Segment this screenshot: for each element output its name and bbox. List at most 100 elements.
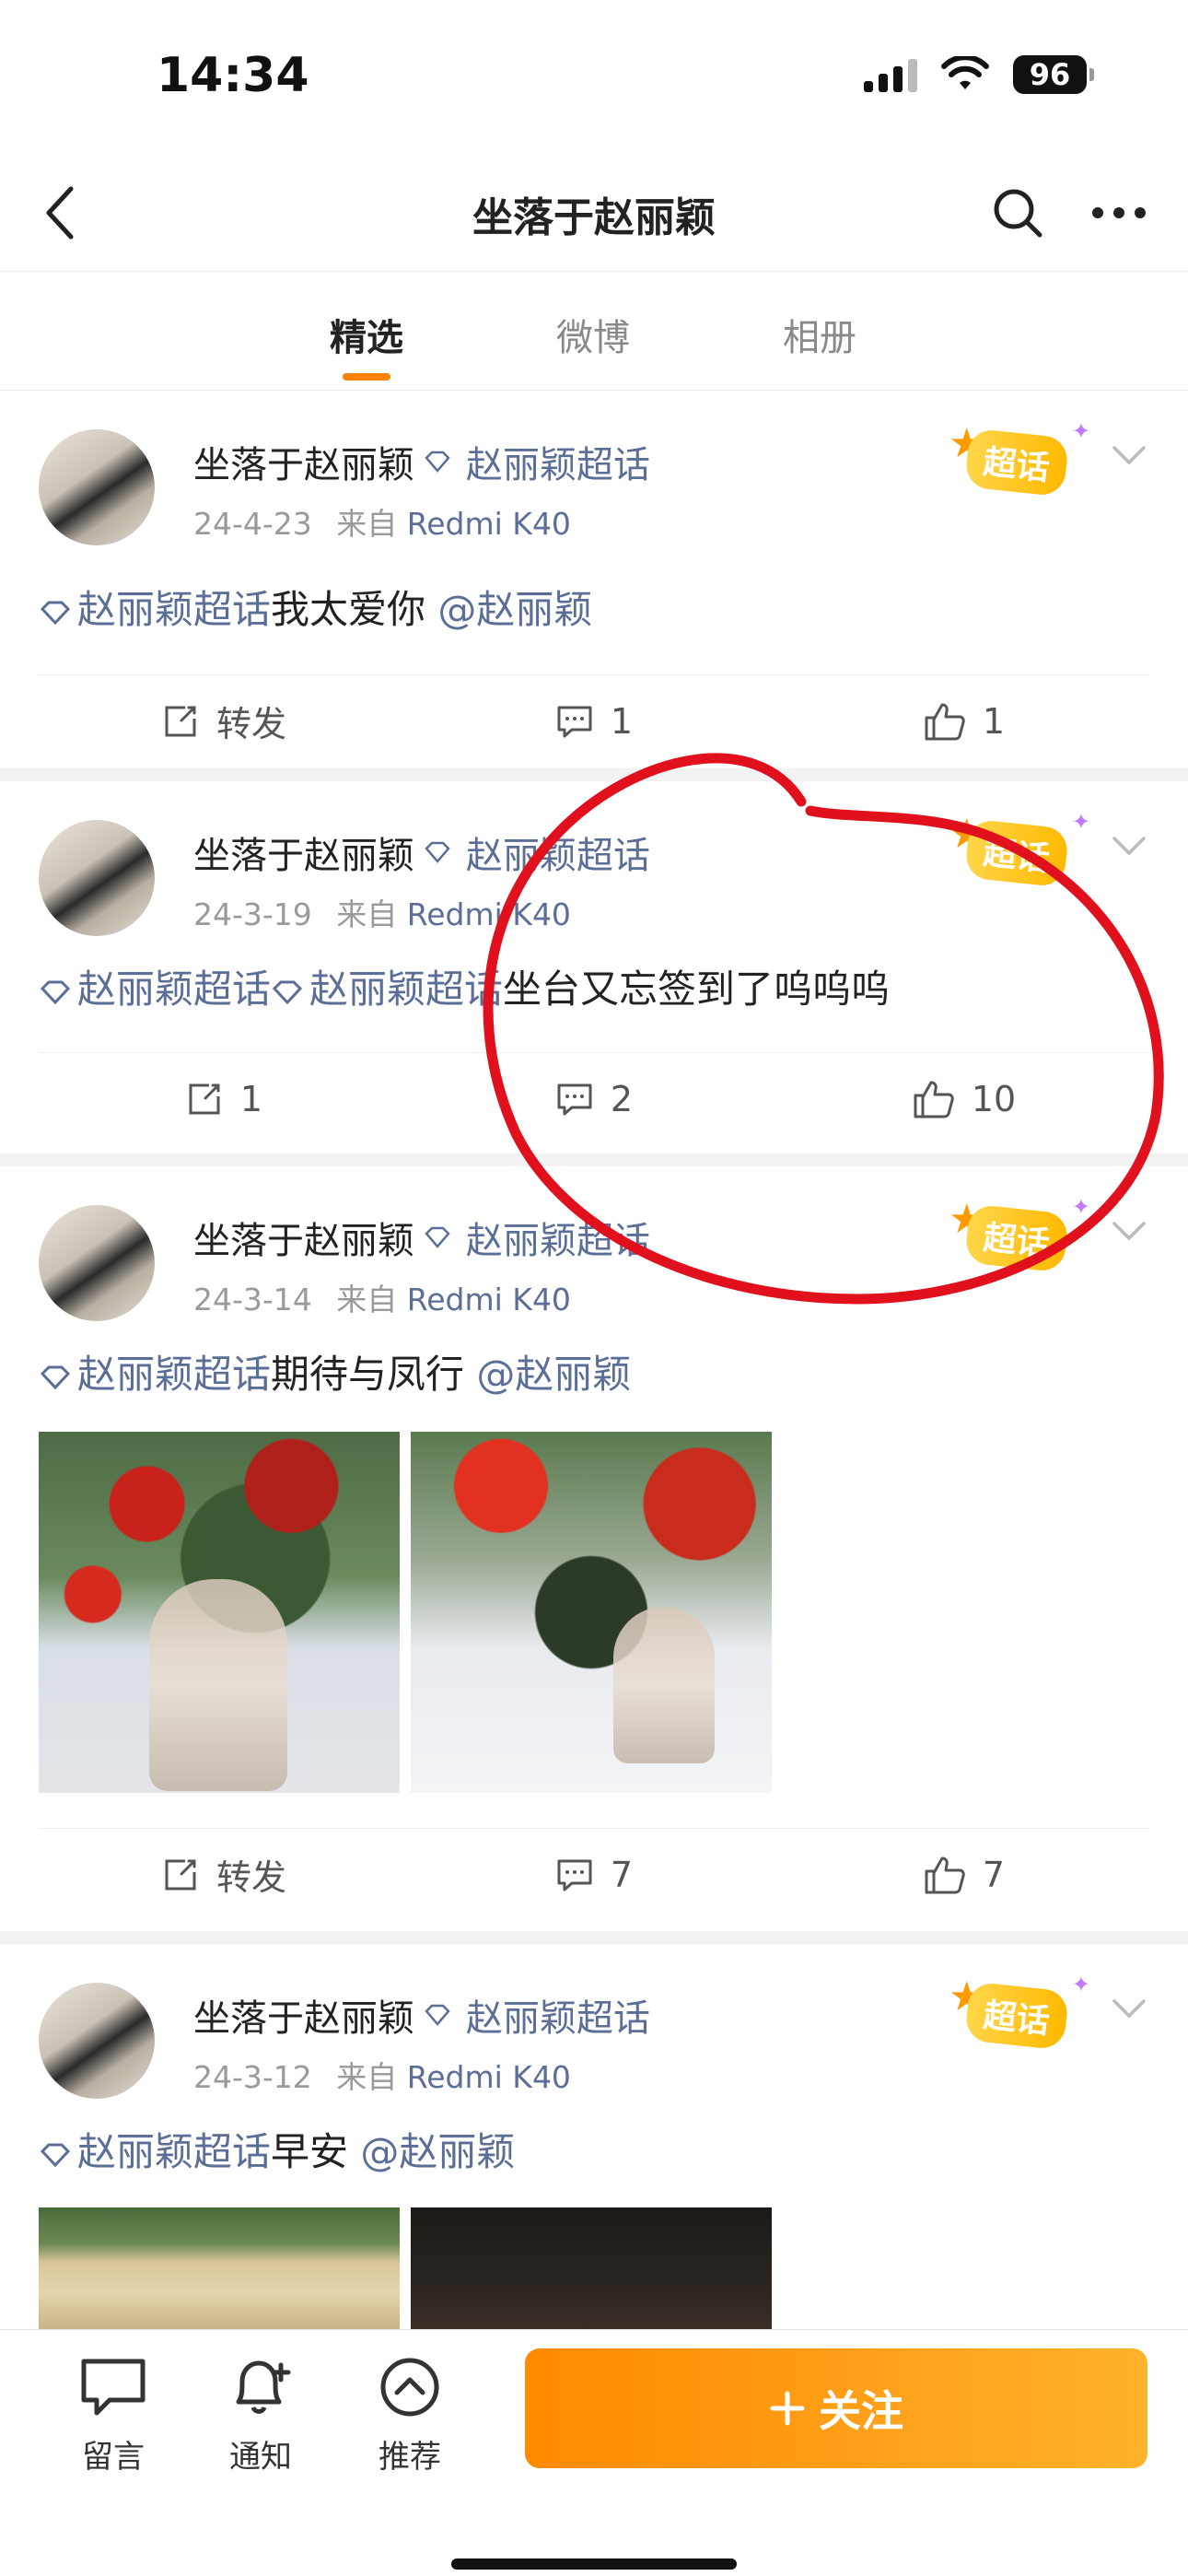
repost-label: 转发	[215, 1857, 286, 1898]
author-topic-tag[interactable]: 赵丽颖超话	[466, 1211, 650, 1264]
tab-album[interactable]: 相册	[746, 308, 893, 361]
comment-icon	[557, 1859, 592, 1891]
post-topic-link[interactable]: 赵丽颖超话	[77, 966, 271, 1012]
supertopic-badge-label: 超话	[963, 427, 1070, 498]
post-mention[interactable]: @赵丽颖	[437, 587, 592, 632]
source-prefix: 来自	[336, 2059, 398, 2095]
post-card[interactable]: 坐落于赵丽颖 赵丽颖超话 24-4-23 来自 Redmi K40 ★ 超话 ✦…	[0, 391, 1188, 768]
comment-count: 7	[610, 1854, 634, 1895]
like-count: 10	[971, 1078, 1017, 1119]
more-button[interactable]	[1082, 181, 1156, 245]
post-topic-link[interactable]: 赵丽颖超话	[77, 2129, 271, 2174]
author-name[interactable]: 坐落于赵丽颖	[193, 1211, 414, 1264]
divider	[0, 1153, 1188, 1166]
avatar[interactable]	[39, 429, 155, 545]
comment-icon	[557, 706, 592, 737]
like-button[interactable]: 10	[779, 1053, 1149, 1144]
author-topic-tag[interactable]: 赵丽颖超话	[466, 825, 650, 879]
repost-button[interactable]: 转发	[39, 675, 409, 767]
diamond-icon	[425, 1226, 450, 1248]
like-button[interactable]: 1	[779, 675, 1149, 767]
repost-icon	[165, 706, 196, 736]
author-name[interactable]: 坐落于赵丽颖	[193, 435, 414, 488]
author-topic-tag[interactable]: 赵丽颖超话	[466, 1988, 650, 2042]
thumbs-up-icon	[914, 1081, 954, 1118]
tab-featured[interactable]: 精选	[293, 308, 440, 361]
diamond-icon	[425, 841, 450, 863]
wifi-icon	[941, 56, 989, 89]
notify-button[interactable]: 通知	[210, 2356, 311, 2476]
divider	[0, 1931, 1188, 1944]
like-count: 7	[982, 1854, 1006, 1895]
diamond-icon	[40, 1365, 71, 1389]
diamond-icon	[40, 980, 71, 1004]
post-text: 赵丽颖超话 赵丽颖超话坐台又忘签到了呜呜呜	[39, 958, 890, 1014]
recommend-button[interactable]: 推荐	[359, 2356, 460, 2476]
post-image[interactable]	[39, 2207, 400, 2329]
post-mention[interactable]: @赵丽颖	[476, 1352, 631, 1397]
battery-icon: 96	[1013, 55, 1094, 94]
post-card[interactable]: 坐落于赵丽颖 赵丽颖超话 24-3-14 来自 Redmi K40 ★ 超话 ✦…	[0, 1166, 1188, 1931]
status-time: 14:34	[157, 48, 309, 103]
post-actions: 转发 7 7	[39, 1828, 1149, 1920]
bell-plus-icon	[236, 2360, 291, 2414]
avatar[interactable]	[39, 820, 155, 936]
tab-weibo[interactable]: 微博	[519, 308, 667, 361]
author-name[interactable]: 坐落于赵丽颖	[193, 1988, 414, 2042]
post-meta: 24-3-14 来自 Redmi K40	[193, 1275, 571, 1319]
search-icon	[994, 189, 1042, 238]
repost-button[interactable]: 1	[39, 1053, 409, 1144]
post-text: 赵丽颖超话早安 @赵丽颖	[39, 2121, 515, 2177]
message-button[interactable]: 留言	[63, 2356, 164, 2476]
like-button[interactable]: 7	[779, 1829, 1149, 1920]
comment-count: 2	[610, 1078, 634, 1119]
supertopic-badge: ★ 超话 ✦	[949, 1972, 1090, 2051]
plus-icon	[770, 2391, 805, 2426]
supertopic-badge-label: 超话	[963, 1981, 1070, 2051]
avatar[interactable]	[39, 1983, 155, 2099]
chevron-down-icon[interactable]	[1109, 1990, 1149, 2027]
post-image[interactable]	[411, 1432, 772, 1793]
follow-button[interactable]: 关注	[525, 2348, 1147, 2468]
chevron-down-icon[interactable]	[1109, 1212, 1149, 1249]
message-icon	[81, 2359, 146, 2416]
comment-button[interactable]: 7	[409, 1829, 779, 1920]
post-topic-link-2[interactable]: 赵丽颖超话	[309, 966, 503, 1012]
sparkle-icon: ✦	[1071, 809, 1090, 835]
search-button[interactable]	[985, 181, 1050, 245]
author-name[interactable]: 坐落于赵丽颖	[193, 825, 414, 879]
chevron-down-icon[interactable]	[1109, 827, 1149, 864]
post-card[interactable]: 坐落于赵丽颖 赵丽颖超话 24-3-19 来自 Redmi K40 ★ 超话 ✦…	[0, 781, 1188, 1153]
like-count: 1	[982, 700, 1006, 742]
comment-button[interactable]: 1	[409, 675, 779, 767]
bottom-bar: 留言 通知 推荐 关注	[0, 2329, 1188, 2576]
recommend-up-icon	[380, 2358, 439, 2417]
post-topic-link[interactable]: 赵丽颖超话	[77, 1352, 271, 1397]
post-image[interactable]	[39, 1432, 400, 1793]
chevron-down-icon[interactable]	[1109, 437, 1149, 474]
diamond-icon	[272, 980, 303, 1004]
source-prefix: 来自	[336, 1282, 398, 1317]
repost-icon	[189, 1083, 220, 1114]
divider	[0, 768, 1188, 781]
post-body: 期待与凤行	[271, 1352, 465, 1397]
post-image[interactable]	[411, 2207, 772, 2329]
post-card[interactable]: 坐落于赵丽颖 赵丽颖超话 24-3-12 来自 Redmi K40 ★ 超话 ✦…	[0, 1944, 1188, 2329]
nav-bar: 坐落于赵丽颖	[0, 157, 1188, 272]
home-indicator	[451, 2558, 737, 2570]
post-source: Redmi K40	[406, 2059, 571, 2095]
post-meta: 24-4-23 来自 Redmi K40	[193, 499, 571, 544]
post-topic-link[interactable]: 赵丽颖超话	[77, 587, 271, 632]
supertopic-badge: ★ 超话 ✦	[949, 418, 1090, 498]
repost-button[interactable]: 转发	[39, 1829, 409, 1920]
comment-button[interactable]: 2	[409, 1053, 779, 1144]
active-tab-indicator	[343, 373, 390, 381]
avatar[interactable]	[39, 1205, 155, 1321]
author-topic-tag[interactable]: 赵丽颖超话	[466, 435, 650, 488]
post-actions: 转发 1 1	[39, 674, 1149, 767]
post-mention[interactable]: @赵丽颖	[360, 2129, 515, 2174]
diamond-icon	[425, 2004, 450, 2026]
source-prefix: 来自	[336, 506, 398, 542]
post-author: 坐落于赵丽颖 赵丽颖超话	[193, 825, 650, 879]
post-images	[39, 2207, 772, 2329]
